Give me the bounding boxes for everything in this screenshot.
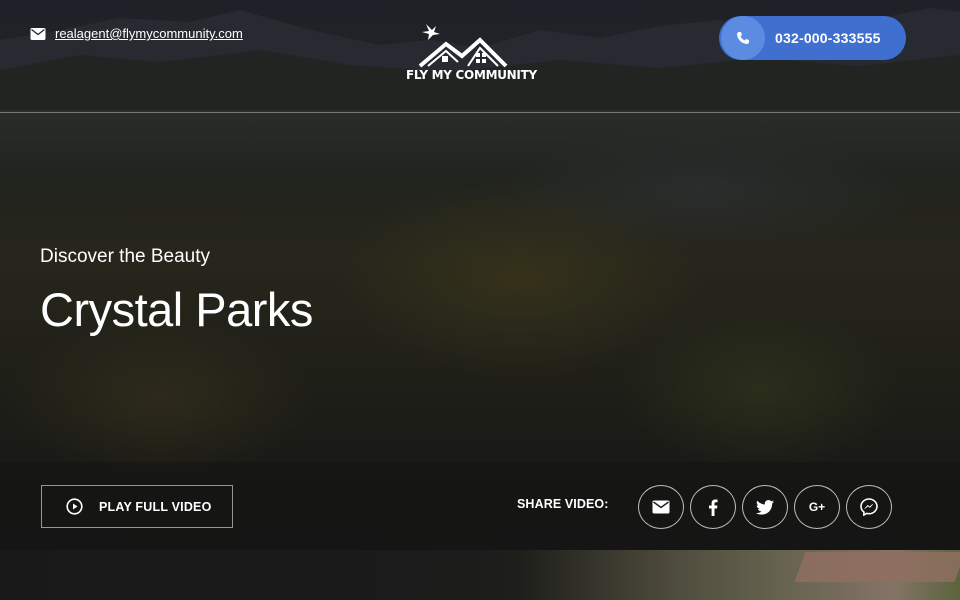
email-link[interactable]: realagent@flymycommunity.com: [55, 26, 243, 41]
twitter-icon: [756, 499, 774, 515]
logo[interactable]: FLY MY COMMUNITY: [406, 20, 537, 88]
phone-button[interactable]: 032-000-333555: [719, 16, 906, 60]
ground-photo: [520, 550, 960, 600]
logo-text: FLY MY COMMUNITY: [406, 68, 537, 82]
share-video-label: SHARE VIDEO:: [517, 497, 609, 511]
hero-subtitle: Discover the Beauty: [40, 246, 211, 267]
play-full-video-button[interactable]: PLAY FULL VIDEO: [41, 485, 233, 528]
google-plus-icon: G+: [808, 500, 826, 514]
logo-mark: [418, 24, 508, 68]
mail-icon: [30, 27, 46, 40]
hero-title: Crystal Parks: [40, 283, 313, 336]
phone-icon-circle: [721, 16, 765, 60]
phone-number: 032-000-333555: [775, 30, 881, 46]
share-email-button[interactable]: [638, 485, 684, 529]
email-contact: realagent@flymycommunity.com: [30, 26, 243, 41]
phone-icon: [737, 32, 749, 44]
header-divider: [0, 112, 960, 113]
play-circle-icon: [66, 498, 83, 515]
messenger-icon: [860, 498, 878, 516]
share-twitter-button[interactable]: [742, 485, 788, 529]
share-icons: G+: [638, 485, 892, 529]
facebook-icon: [709, 499, 718, 516]
mail-icon: [652, 500, 670, 514]
share-google-plus-button[interactable]: G+: [794, 485, 840, 529]
share-facebook-button[interactable]: [690, 485, 736, 529]
patio: [794, 552, 960, 582]
ground-strip: [0, 550, 520, 600]
play-label: PLAY FULL VIDEO: [99, 499, 212, 514]
share-messenger-button[interactable]: [846, 485, 892, 529]
